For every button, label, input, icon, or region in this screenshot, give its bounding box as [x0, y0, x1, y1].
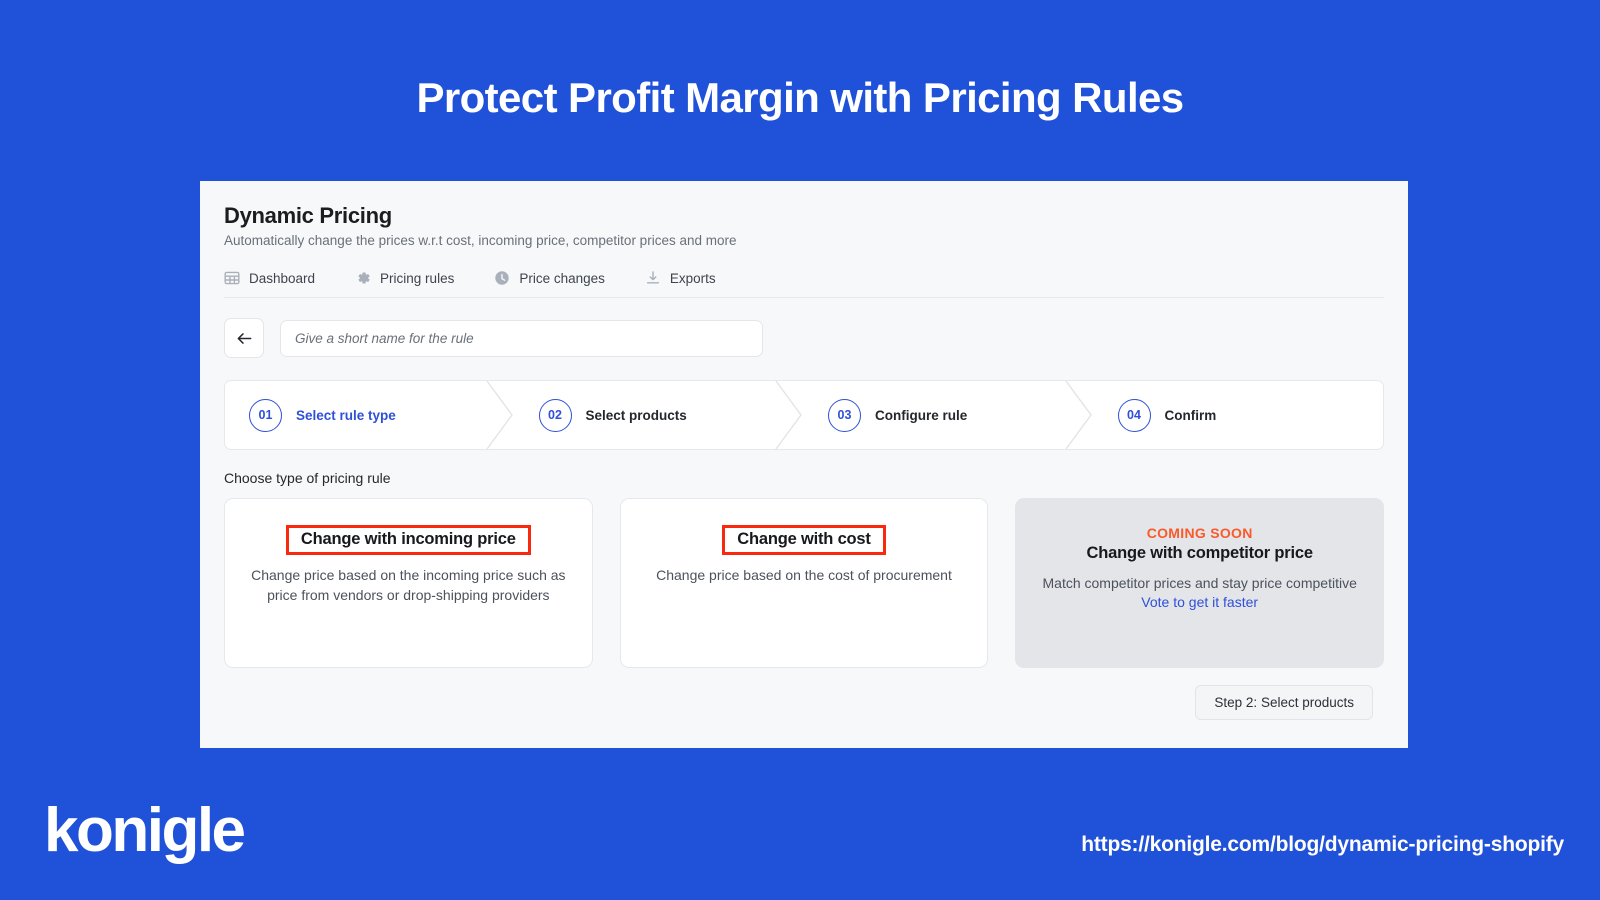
step-confirm[interactable]: 04 Confirm	[1094, 381, 1384, 449]
page-title: Protect Profit Margin with Pricing Rules	[416, 74, 1184, 121]
step-label: Select products	[585, 407, 687, 423]
table-icon	[224, 270, 240, 286]
choose-rule-type-label: Choose type of pricing rule	[224, 470, 391, 486]
app-subtitle: Automatically change the prices w.r.t co…	[224, 233, 737, 248]
card-title: Change with incoming price	[285, 525, 531, 555]
step-number: 03	[828, 398, 861, 432]
card-title: Change with cost	[722, 525, 886, 555]
next-step-button[interactable]: Step 2: Select products	[1195, 685, 1373, 720]
tab-pricing-rules[interactable]: Pricing rules	[355, 270, 454, 286]
wizard-footer: Step 2: Select products	[224, 685, 1384, 720]
arrow-left-icon	[235, 329, 254, 348]
clock-icon	[494, 270, 510, 286]
card-change-with-incoming-price[interactable]: Change with incoming price Change price …	[224, 498, 593, 668]
chevron-right-icon	[1064, 381, 1095, 449]
chevron-right-icon	[775, 381, 805, 449]
card-change-with-cost[interactable]: Change with cost Change price based on t…	[619, 498, 989, 668]
blog-url: https://konigle.com/blog/dynamic-pricing…	[1081, 833, 1564, 856]
step-select-rule-type[interactable]: 01 Select rule type	[225, 381, 515, 449]
rule-wizard-stepper: 01 Select rule type 02 Select products 0…	[224, 380, 1384, 450]
download-icon	[645, 270, 661, 286]
step-select-products[interactable]: 02 Select products	[515, 381, 805, 449]
rule-name-input[interactable]: Give a short name for the rule	[280, 319, 763, 357]
card-description: Change price based on the incoming price…	[251, 567, 566, 604]
card-description: Match competitor prices and stay price c…	[1042, 575, 1357, 591]
step-label: Select rule type	[296, 407, 396, 423]
tab-exports-label: Exports	[669, 270, 716, 286]
step-number: 02	[538, 398, 572, 432]
card-change-with-competitor-price: COMING SOON Change with competitor price…	[1015, 498, 1385, 668]
chevron-right-icon	[485, 381, 516, 449]
tab-dashboard-label: Dashboard	[249, 270, 316, 286]
tab-dashboard[interactable]: Dashboard	[224, 270, 315, 286]
app-screenshot-panel: Dynamic Pricing Automatically change the…	[200, 181, 1408, 748]
step-label: Configure rule	[875, 407, 968, 423]
step-number: 01	[249, 398, 282, 432]
step-number: 04	[1117, 398, 1151, 432]
tab-exports[interactable]: Exports	[645, 270, 716, 286]
gear-icon	[355, 270, 371, 286]
rule-name-row: Give a short name for the rule	[224, 318, 1384, 358]
rule-type-card-list: Change with incoming price Change price …	[224, 498, 1385, 668]
tab-pricing-rules-label: Pricing rules	[380, 270, 455, 286]
step-configure-rule[interactable]: 03 Configure rule	[804, 381, 1094, 449]
card-description: Change price based on the cost of procur…	[656, 567, 952, 583]
card-title: Change with competitor price	[1086, 544, 1314, 562]
back-button[interactable]	[224, 318, 264, 358]
tab-price-changes-label: Price changes	[519, 270, 605, 286]
konigle-logo: konigle	[44, 796, 246, 865]
step-label: Confirm	[1164, 407, 1217, 423]
app-title: Dynamic Pricing	[224, 203, 392, 228]
vote-link[interactable]: Vote to get it faster	[1038, 594, 1361, 610]
tab-price-changes[interactable]: Price changes	[494, 270, 605, 286]
coming-soon-badge: COMING SOON	[1146, 525, 1253, 541]
app-tab-bar: Dashboard Pricing rules Price changes Ex…	[224, 270, 1384, 298]
